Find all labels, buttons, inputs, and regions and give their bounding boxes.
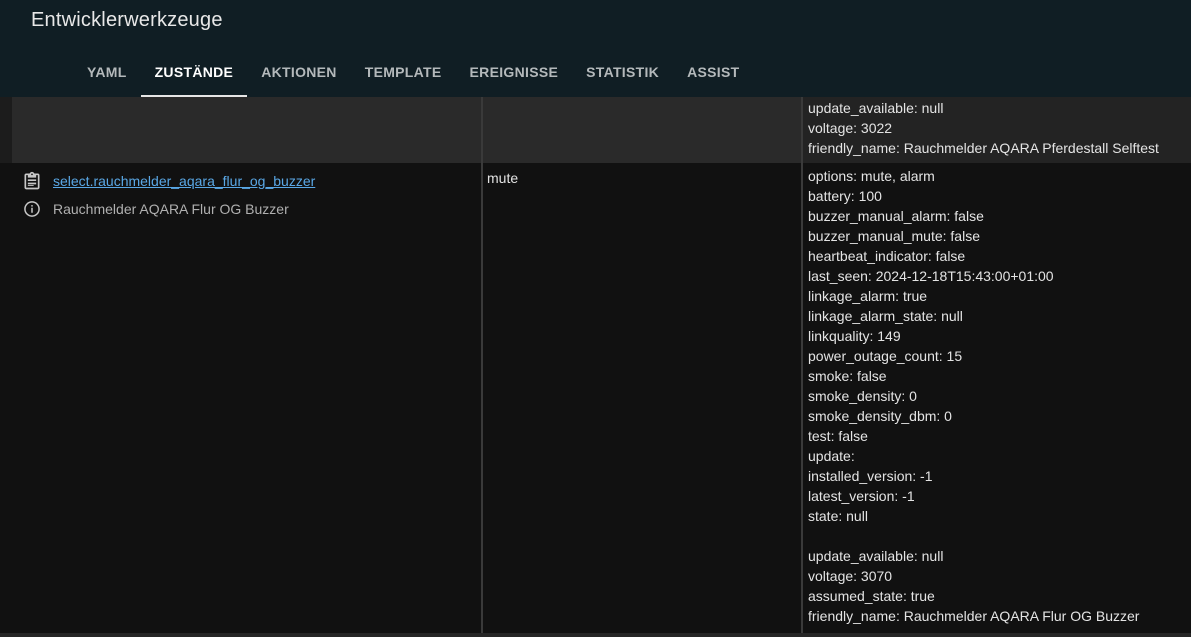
state-value: mute (487, 170, 519, 186)
attribute-line: state: null (808, 508, 868, 524)
attribute-line: friendly_name: Rauchmelder AQARA Flur OG… (808, 608, 1140, 624)
attributes-cell: options: mute, alarm battery: 100 buzzer_m… (803, 163, 1191, 637)
attribute-line: battery: 100 (808, 188, 882, 204)
attribute-line (808, 526, 1191, 546)
tab-states[interactable]: ZUSTÄNDE (140, 51, 248, 97)
attribute-line: power_outage_count: 15 (808, 348, 963, 364)
clipboard-text-icon[interactable] (22, 171, 42, 191)
attribute-line: linkquality: 149 (808, 328, 901, 344)
attributes-cell: update_available: null voltage: 3022 frien… (803, 97, 1191, 163)
column-divider (481, 97, 483, 637)
entity-id-line: select.rauchmelder_aqara_flur_og_buzzer (22, 171, 315, 191)
states-table: update_available: null voltage: 3022 frien… (0, 97, 1191, 637)
state-cell (483, 97, 801, 163)
attribute-line: voltage: 3070 (808, 568, 893, 584)
attribute-line: voltage: 3022 (808, 120, 893, 136)
tab-events[interactable]: EREIGNISSE (456, 51, 573, 97)
attribute-line: latest_version: -1 (808, 488, 915, 504)
tab-statistics[interactable]: STATISTIK (572, 51, 673, 97)
attribute-line: heartbeat_indicator: false (808, 248, 966, 264)
information-outline-icon[interactable] (22, 199, 42, 219)
table-row: update_available: null voltage: 3022 frien… (0, 97, 1191, 163)
row-divider (0, 633, 1191, 637)
top-app-bar: Entwicklerwerkzeuge YAML ZUSTÄNDE AKTION… (0, 0, 1191, 97)
attribute-line: update: (808, 448, 855, 464)
attribute-line: linkage_alarm: true (808, 288, 928, 304)
entity-cell: select.rauchmelder_aqara_flur_og_buzzer … (12, 163, 481, 637)
attribute-line: options: mute, alarm (808, 168, 935, 184)
attribute-line: smoke: false (808, 368, 887, 384)
attribute-line: assumed_state: true (808, 588, 935, 604)
tab-yaml[interactable]: YAML (73, 51, 141, 97)
tab-bar: YAML ZUSTÄNDE AKTIONEN TEMPLATE EREIGNIS… (73, 51, 753, 97)
attribute-line: installed_version: -1 (808, 468, 933, 484)
entity-cell (12, 97, 481, 163)
attributes-list: options: mute, alarm battery: 100 buzzer_m… (803, 163, 1191, 626)
tab-actions[interactable]: AKTIONEN (247, 51, 351, 97)
attribute-line: buzzer_manual_mute: false (808, 228, 980, 244)
attributes-list: update_available: null voltage: 3022 frien… (803, 97, 1191, 158)
state-cell: mute (483, 163, 801, 637)
attribute-line: last_seen: 2024-12-18T15:43:00+01:00 (808, 268, 1054, 284)
tab-assist[interactable]: ASSIST (673, 51, 753, 97)
friendly-name-line: Rauchmelder AQARA Flur OG Buzzer (22, 199, 289, 219)
attribute-line: update_available: null (808, 100, 944, 116)
column-divider (801, 97, 803, 637)
tab-template[interactable]: TEMPLATE (351, 51, 456, 97)
table-row: select.rauchmelder_aqara_flur_og_buzzer … (0, 163, 1191, 637)
attribute-line: smoke_density_dbm: 0 (808, 408, 952, 424)
attribute-line: test: false (808, 428, 868, 444)
attribute-line: linkage_alarm_state: null (808, 308, 963, 324)
entity-id-link[interactable]: select.rauchmelder_aqara_flur_og_buzzer (53, 173, 315, 189)
friendly-name: Rauchmelder AQARA Flur OG Buzzer (53, 201, 289, 217)
attribute-line: buzzer_manual_alarm: false (808, 208, 984, 224)
page-title: Entwicklerwerkzeuge (31, 9, 223, 31)
attribute-line: update_available: null (808, 548, 944, 564)
attribute-line: smoke_density: 0 (808, 388, 917, 404)
attribute-line: friendly_name: Rauchmelder AQARA Pferdes… (808, 140, 1159, 156)
